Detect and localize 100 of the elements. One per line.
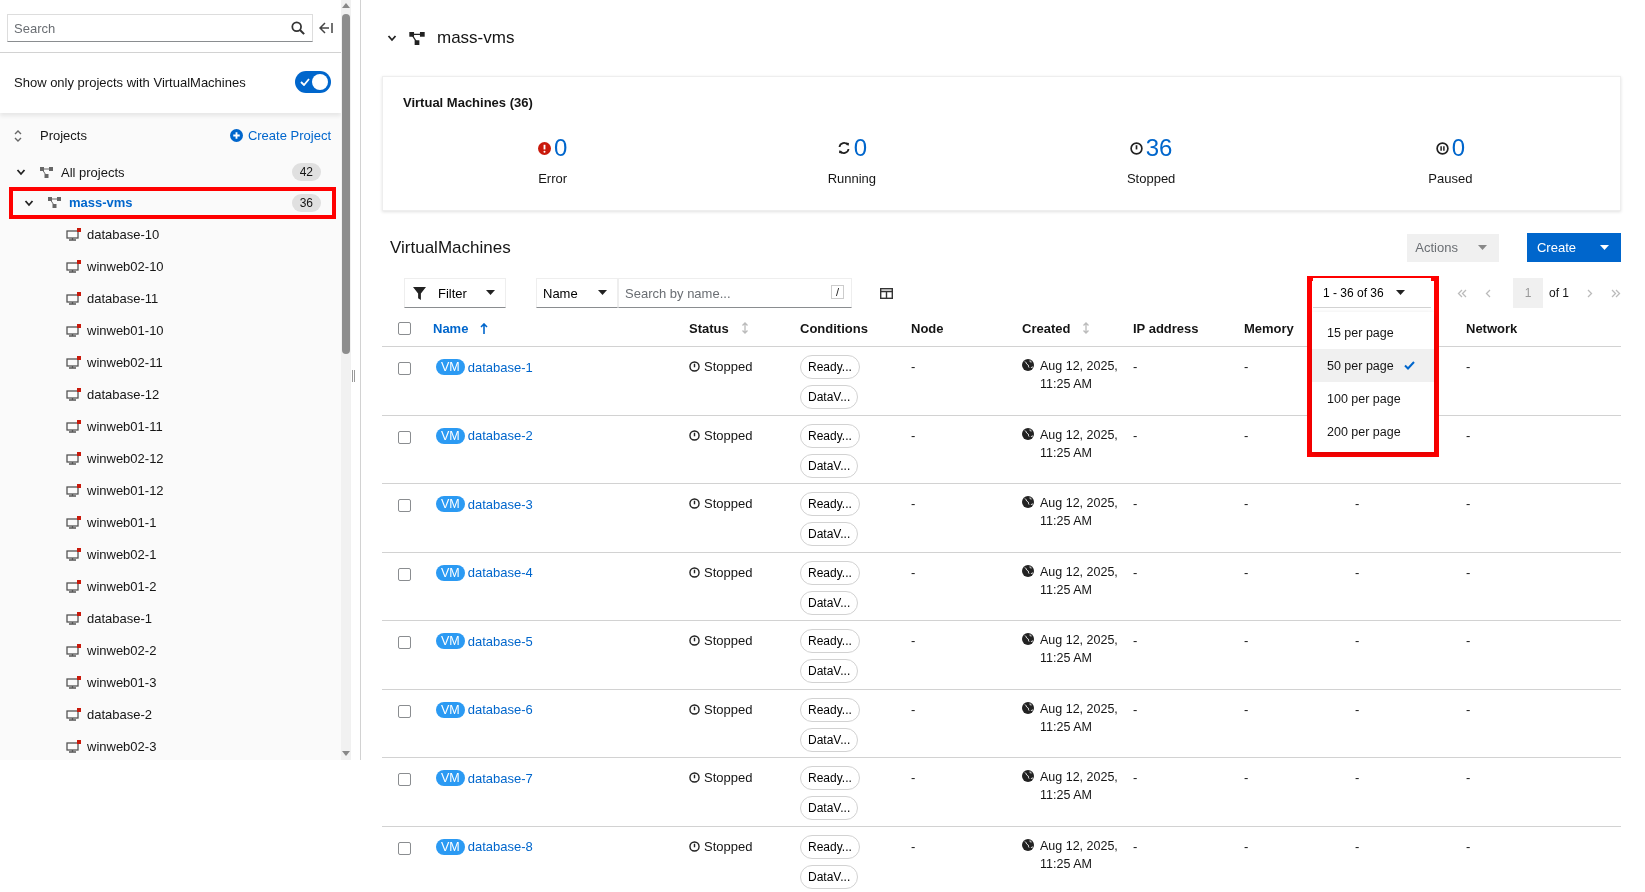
next-page-icon[interactable] [1587, 288, 1593, 298]
stat-value[interactable]: 36 [1145, 134, 1173, 162]
actions-button[interactable]: Actions [1407, 233, 1499, 262]
vm-link[interactable]: database-6 [467, 702, 533, 717]
condition-chip[interactable]: Ready... [800, 423, 860, 448]
condition-chip[interactable]: DataV... [800, 522, 859, 546]
tree-item[interactable]: winweb01-2 [10, 570, 335, 602]
row-checkbox[interactable] [397, 841, 411, 855]
columns-icon[interactable] [880, 287, 893, 299]
tree-item[interactable]: winweb01-12 [10, 474, 335, 506]
monitor-icon [66, 547, 81, 561]
stat-value[interactable]: 0 [553, 134, 568, 162]
condition-chip[interactable]: Ready... [800, 834, 860, 859]
row-checkbox[interactable] [397, 636, 411, 649]
caret-icon [1395, 289, 1405, 296]
previous-page-icon[interactable] [1485, 288, 1491, 298]
column-header[interactable]: Node [911, 320, 944, 336]
vm-badge: VM [436, 838, 465, 855]
vm-link[interactable]: database-8 [467, 839, 533, 854]
vm-link[interactable]: database-5 [467, 633, 533, 649]
row-checkbox[interactable] [397, 362, 411, 375]
chevron-icon[interactable] [16, 167, 26, 178]
sort-icon[interactable] [14, 128, 22, 143]
tree-item[interactable]: winweb02-10 [10, 250, 335, 282]
condition-chip[interactable]: DataV... [800, 385, 859, 409]
condition-chip[interactable]: DataV... [800, 796, 859, 820]
row-checkbox[interactable] [397, 773, 411, 786]
stat-value[interactable]: 0 [1451, 134, 1466, 162]
condition-chip[interactable]: Ready... [800, 766, 860, 790]
globe-icon [1022, 359, 1034, 371]
column-header[interactable]: Created [1022, 320, 1071, 336]
column-header[interactable]: Status [689, 320, 729, 336]
tree-item[interactable]: winweb01-11 [10, 410, 335, 442]
table-cell: - [1355, 564, 1360, 580]
condition-chip[interactable]: DataV... [800, 453, 859, 478]
row-checkbox[interactable] [397, 704, 411, 718]
tree-item[interactable]: winweb01-1 [10, 506, 335, 538]
table-cell: - [1244, 838, 1249, 854]
resize-handle[interactable] [352, 370, 355, 382]
stat-value[interactable]: 0 [853, 134, 868, 162]
tree-item[interactable]: winweb02-1 [10, 538, 335, 570]
last-page-icon[interactable] [1611, 288, 1621, 298]
tree-item[interactable]: winweb02-12 [10, 442, 335, 474]
search-field[interactable]: Search [7, 14, 313, 42]
tree-item[interactable]: mass-vms 36 [10, 187, 335, 218]
row-checkbox[interactable] [397, 499, 411, 512]
tree-item[interactable]: All projects 42 [10, 157, 335, 188]
menu-item[interactable]: 15 per page [1312, 316, 1434, 349]
vm-link[interactable]: database-4 [467, 565, 533, 580]
chevron-icon[interactable] [387, 33, 397, 43]
menu-item[interactable]: 50 per page [1312, 349, 1434, 382]
tree-item[interactable]: winweb01-3 [10, 666, 335, 698]
vm-link[interactable]: database-7 [467, 770, 533, 786]
filter-dropdown[interactable]: Filter [404, 278, 506, 308]
vm-badge: VM [436, 770, 465, 786]
condition-chip[interactable]: Ready... [800, 629, 860, 653]
condition-chip[interactable]: Ready... [800, 355, 860, 379]
vm-link[interactable]: database-3 [467, 496, 533, 512]
select-all-checkbox[interactable] [397, 321, 411, 335]
condition-chip[interactable]: Ready... [800, 492, 860, 516]
search-by-dropdown[interactable]: Name [536, 278, 618, 308]
vm-link[interactable]: database-1 [467, 359, 533, 375]
tree-item[interactable]: winweb02-11 [10, 346, 335, 378]
created-date: Aug 12, 2025, 11:25 AM [1040, 358, 1119, 393]
first-page-icon[interactable] [1457, 288, 1467, 298]
column-header[interactable]: Conditions [800, 320, 868, 336]
scrollbar[interactable] [341, 0, 351, 760]
tree-item[interactable]: database-12 [10, 378, 335, 410]
condition-chip[interactable]: DataV... [800, 864, 859, 889]
create-project-link[interactable]: Create Project [229, 128, 331, 143]
sort-ascending-icon[interactable] [480, 322, 489, 334]
column-header[interactable]: Network [1466, 320, 1518, 336]
menu-item[interactable]: 100 per page [1312, 382, 1434, 415]
column-header[interactable]: Memory [1244, 320, 1294, 336]
collapse-icon[interactable] [319, 22, 333, 34]
condition-chip[interactable]: Ready... [800, 560, 860, 585]
tree-item[interactable]: database-10 [10, 218, 335, 250]
condition-chip[interactable]: DataV... [800, 590, 859, 615]
toggle-switch[interactable] [295, 71, 331, 93]
power-icon [689, 840, 700, 852]
pagination-dropdown[interactable]: 1 - 36 of 36 [1313, 278, 1431, 308]
create-button[interactable]: Create [1526, 233, 1621, 262]
row-checkbox[interactable] [397, 430, 411, 444]
column-header[interactable]: Name [433, 320, 469, 336]
row-checkbox[interactable] [397, 567, 411, 581]
vm-link[interactable]: database-2 [467, 428, 533, 443]
tree-item[interactable]: database-1 [10, 602, 335, 634]
condition-chip[interactable]: Ready... [800, 697, 860, 722]
status-text: Stopped [704, 496, 753, 511]
tree-item[interactable]: winweb02-3 [10, 730, 335, 762]
tree-item[interactable]: winweb01-10 [10, 314, 335, 346]
tree-item[interactable]: winweb02-2 [10, 634, 335, 666]
table-cell: - [1466, 838, 1471, 854]
toggle-label: Show only projects with VirtualMachines [14, 74, 246, 90]
condition-chip[interactable]: DataV... [800, 659, 859, 683]
menu-item[interactable]: 200 per page [1312, 415, 1434, 448]
column-header[interactable]: IP address [1133, 320, 1199, 336]
condition-chip[interactable]: DataV... [800, 727, 859, 752]
tree-item[interactable]: database-11 [10, 282, 335, 314]
tree-item[interactable]: database-2 [10, 698, 335, 730]
